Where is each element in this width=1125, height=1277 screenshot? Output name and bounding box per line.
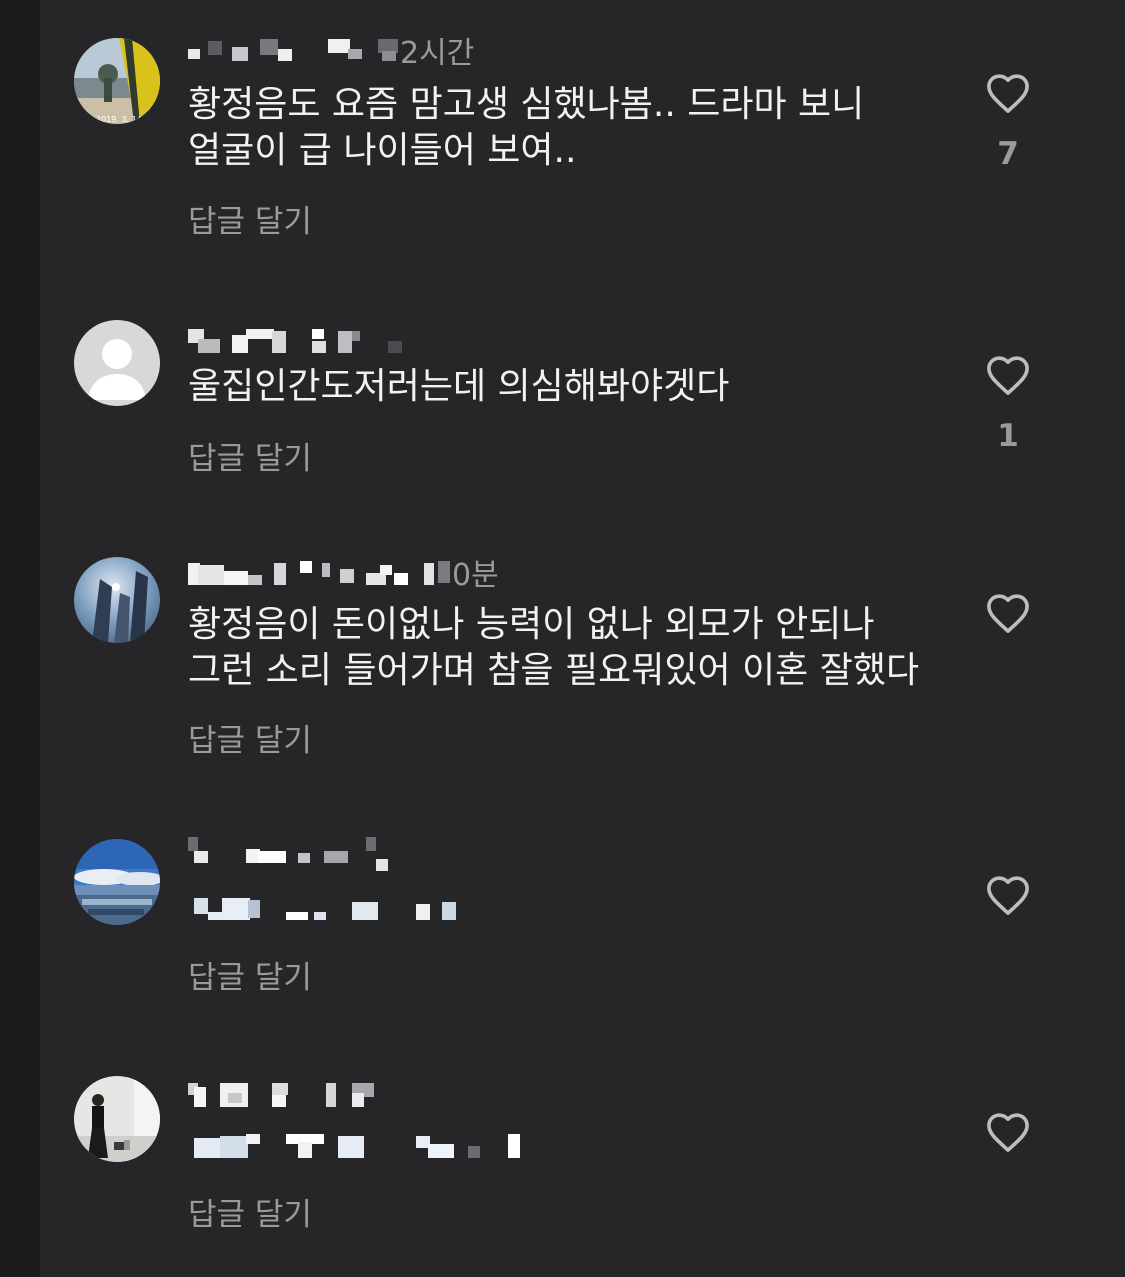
comment-text-redacted bbox=[188, 1126, 948, 1172]
avatar[interactable]: 2019. 3. 14 bbox=[74, 38, 160, 124]
username-redacted[interactable] bbox=[188, 837, 398, 871]
like-button[interactable]: 7 bbox=[982, 72, 1034, 172]
like-count: 7 bbox=[997, 136, 1019, 172]
username-redacted[interactable] bbox=[188, 35, 378, 65]
avatar-photo: 2019. 3. 14 bbox=[74, 38, 160, 124]
comment-text: 황정음이 돈이없나 능력이 없나 외모가 안되나 그런 소리 들어가며 참을 필… bbox=[188, 604, 920, 691]
username-redacted[interactable] bbox=[188, 557, 438, 587]
like-button[interactable] bbox=[982, 1111, 1034, 1175]
like-button[interactable]: 1 bbox=[982, 354, 1034, 454]
heart-outline-icon bbox=[987, 74, 1029, 113]
avatar[interactable] bbox=[74, 1076, 160, 1162]
comment-meta: 0분 bbox=[188, 554, 499, 593]
avatar[interactable] bbox=[74, 320, 160, 406]
username-redacted[interactable] bbox=[188, 325, 408, 355]
like-button[interactable] bbox=[982, 592, 1034, 656]
user-silhouette-icon bbox=[74, 320, 160, 406]
comment-timestamp: 2시간 bbox=[400, 36, 475, 71]
avatar-photo bbox=[74, 1076, 160, 1162]
reply-button[interactable]: 답글 달기 bbox=[188, 715, 312, 760]
reply-button[interactable]: 답글 달기 bbox=[188, 952, 312, 997]
comment-meta bbox=[188, 834, 398, 871]
comment-text-redacted bbox=[188, 890, 948, 936]
redacted-text-block bbox=[188, 1126, 528, 1166]
like-count: 1 bbox=[997, 418, 1019, 454]
timestamp-prefix-redacted bbox=[438, 557, 452, 587]
comment-text: 황정음도 요즘 맘고생 심했나봄.. 드라마 보니 얼굴이 급 나이들어 보여.… bbox=[188, 84, 865, 171]
redacted-text-block bbox=[188, 890, 488, 930]
username-redacted[interactable] bbox=[188, 1079, 398, 1109]
reply-button[interactable]: 답글 달기 bbox=[188, 196, 312, 241]
comment-text: 울집인간도저러는데 의심해봐야겟다 bbox=[188, 366, 730, 407]
comment-timestamp: 0분 bbox=[452, 558, 499, 593]
comment-meta bbox=[188, 1076, 398, 1112]
avatar[interactable] bbox=[74, 839, 160, 925]
reply-button[interactable]: 답글 달기 bbox=[188, 433, 312, 478]
heart-outline-icon bbox=[987, 1113, 1029, 1152]
comment-meta bbox=[188, 322, 408, 358]
avatar[interactable] bbox=[74, 557, 160, 643]
comment-meta: 2시간 bbox=[188, 32, 474, 71]
heart-outline-icon bbox=[987, 876, 1029, 915]
heart-outline-icon bbox=[987, 356, 1029, 395]
avatar-photo bbox=[74, 557, 160, 643]
reply-button[interactable]: 답글 달기 bbox=[188, 1189, 312, 1234]
timestamp-prefix-redacted bbox=[378, 35, 400, 65]
heart-outline-icon bbox=[987, 594, 1029, 633]
like-button[interactable] bbox=[982, 874, 1034, 938]
avatar-photo bbox=[74, 839, 160, 925]
